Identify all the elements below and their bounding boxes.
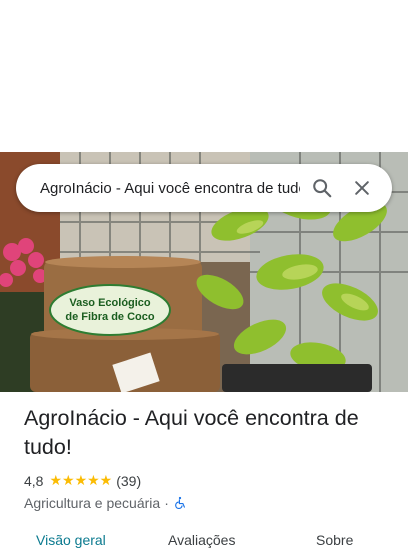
search-input[interactable] <box>40 179 300 197</box>
wheelchair-icon[interactable] <box>173 496 187 510</box>
place-tabs: Visão geral Avaliações Sobre <box>0 528 408 552</box>
rating-stars: ★★★★★ <box>49 472 113 488</box>
separator-dot: · <box>164 495 169 511</box>
close-icon <box>355 181 369 195</box>
review-count[interactable]: (39) <box>116 473 141 489</box>
pot-label-line2: de Fibra de Coco <box>65 311 155 323</box>
place-info: AgroInácio - Aqui você encontra de tudo!… <box>24 404 392 511</box>
tab-reviews[interactable]: Avaliações <box>168 532 235 548</box>
place-title: AgroInácio - Aqui você encontra de tudo! <box>24 406 359 459</box>
search-button[interactable] <box>304 170 340 206</box>
tab-about[interactable]: Sobre <box>316 532 353 548</box>
rating-value: 4,8 <box>24 472 44 489</box>
close-button[interactable] <box>344 170 380 206</box>
search-bar[interactable] <box>16 164 392 212</box>
search-icon <box>313 179 332 198</box>
map-area-blank <box>0 0 408 152</box>
place-category[interactable]: Agricultura e pecuária <box>24 495 160 511</box>
tab-overview[interactable]: Visão geral <box>36 532 106 548</box>
pot-label-line1: Vaso Ecológico <box>69 297 151 309</box>
category-row: Agricultura e pecuária · <box>24 495 392 511</box>
rating-row[interactable]: 4,8 ★★★★★ (39) <box>24 472 392 489</box>
